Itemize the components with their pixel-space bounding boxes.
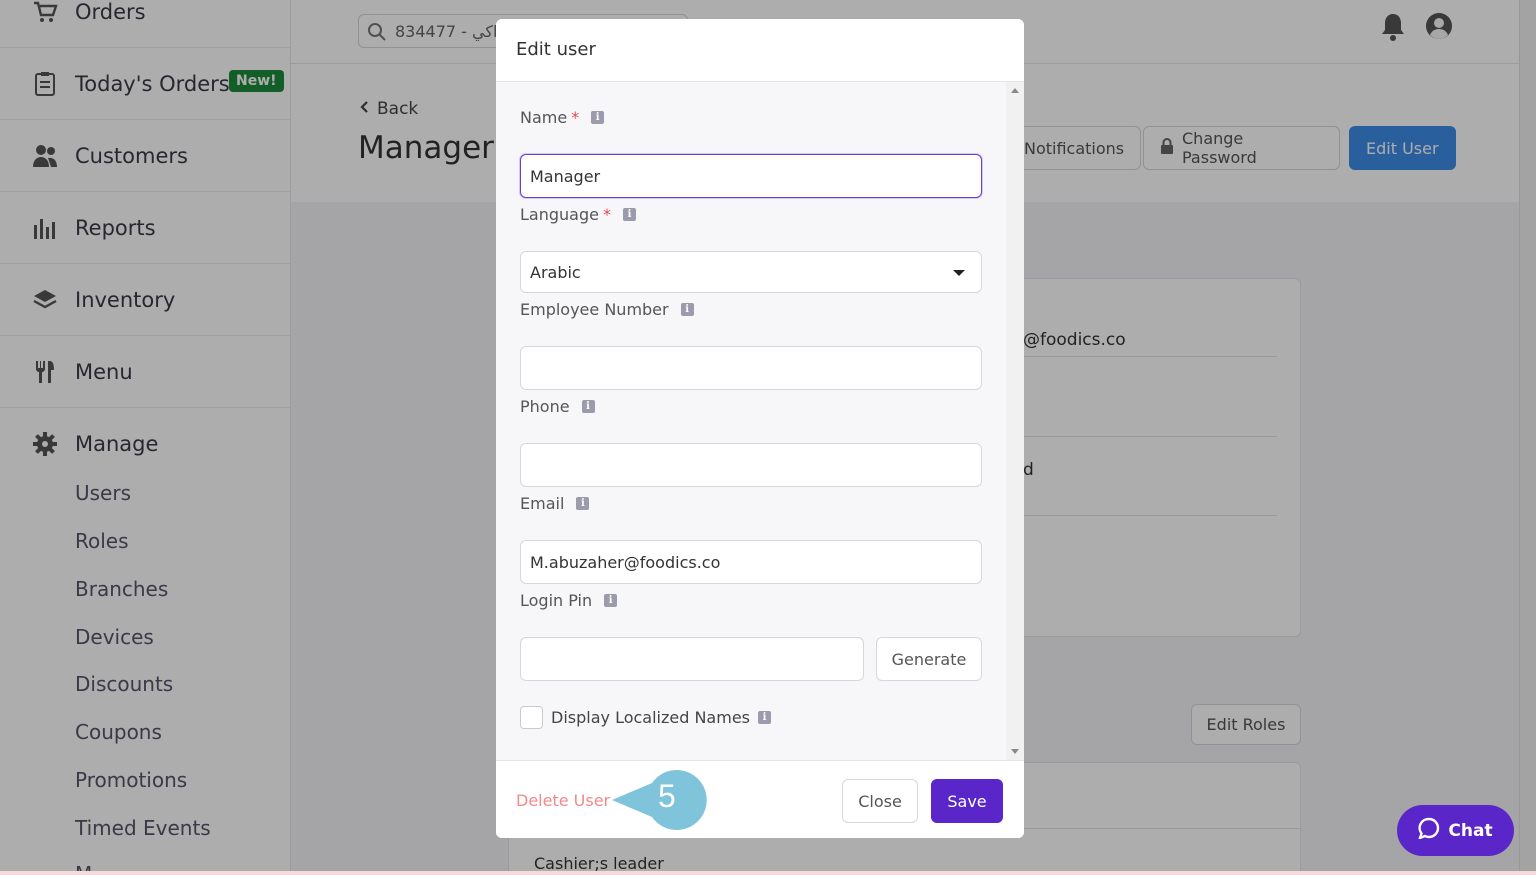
info-icon[interactable]: i [604,594,618,607]
caret-down-icon [953,270,965,276]
login-pin-label: Login Pin i [520,591,618,610]
step-marker: 5 [612,770,710,830]
info-icon[interactable]: i [591,111,605,124]
chat-button[interactable]: Chat [1397,805,1514,856]
phone-label: Phone i [520,397,595,416]
bottom-stripe [0,871,1536,875]
delete-user-button[interactable]: Delete User [516,791,610,810]
generate-button[interactable]: Generate [876,637,982,681]
name-label: Name * i [520,108,605,127]
info-icon[interactable]: i [680,303,694,316]
display-localized-label: Display Localized Names i [551,708,771,727]
language-label: Language * i [520,205,636,224]
language-select[interactable]: Arabic [520,251,982,293]
step-number: 5 [658,778,676,814]
close-button[interactable]: Close [842,779,918,823]
modal-title: Edit user [516,39,596,60]
employee-number-label: Employee Number i [520,300,694,319]
display-localized-checkbox[interactable] [520,706,543,729]
chat-bubble-icon [1418,817,1440,844]
info-icon[interactable]: i [758,711,771,724]
modal-body: Name * i Manager Language * i Arabic Emplo… [496,82,1006,760]
email-field[interactable]: M.abuzaher@foodics.co [520,540,982,584]
scroll-down-icon[interactable] [1011,749,1019,754]
name-field[interactable]: Manager [520,154,982,198]
login-pin-field[interactable] [520,637,864,681]
modal-footer: Delete User Close Save [496,760,1024,838]
save-button[interactable]: Save [931,779,1003,823]
phone-field[interactable] [520,443,982,487]
info-icon[interactable]: i [581,400,595,413]
scroll-up-icon[interactable] [1011,88,1019,93]
modal-scrollbar[interactable] [1006,82,1024,760]
employee-number-field[interactable] [520,346,982,390]
email-label: Email i [520,494,590,513]
info-icon[interactable]: i [576,497,590,510]
modal-header: Edit user [496,19,1024,82]
edit-user-modal: Edit user Name * i Manager Language * i Ar… [496,19,1024,838]
info-icon[interactable]: i [622,208,636,221]
